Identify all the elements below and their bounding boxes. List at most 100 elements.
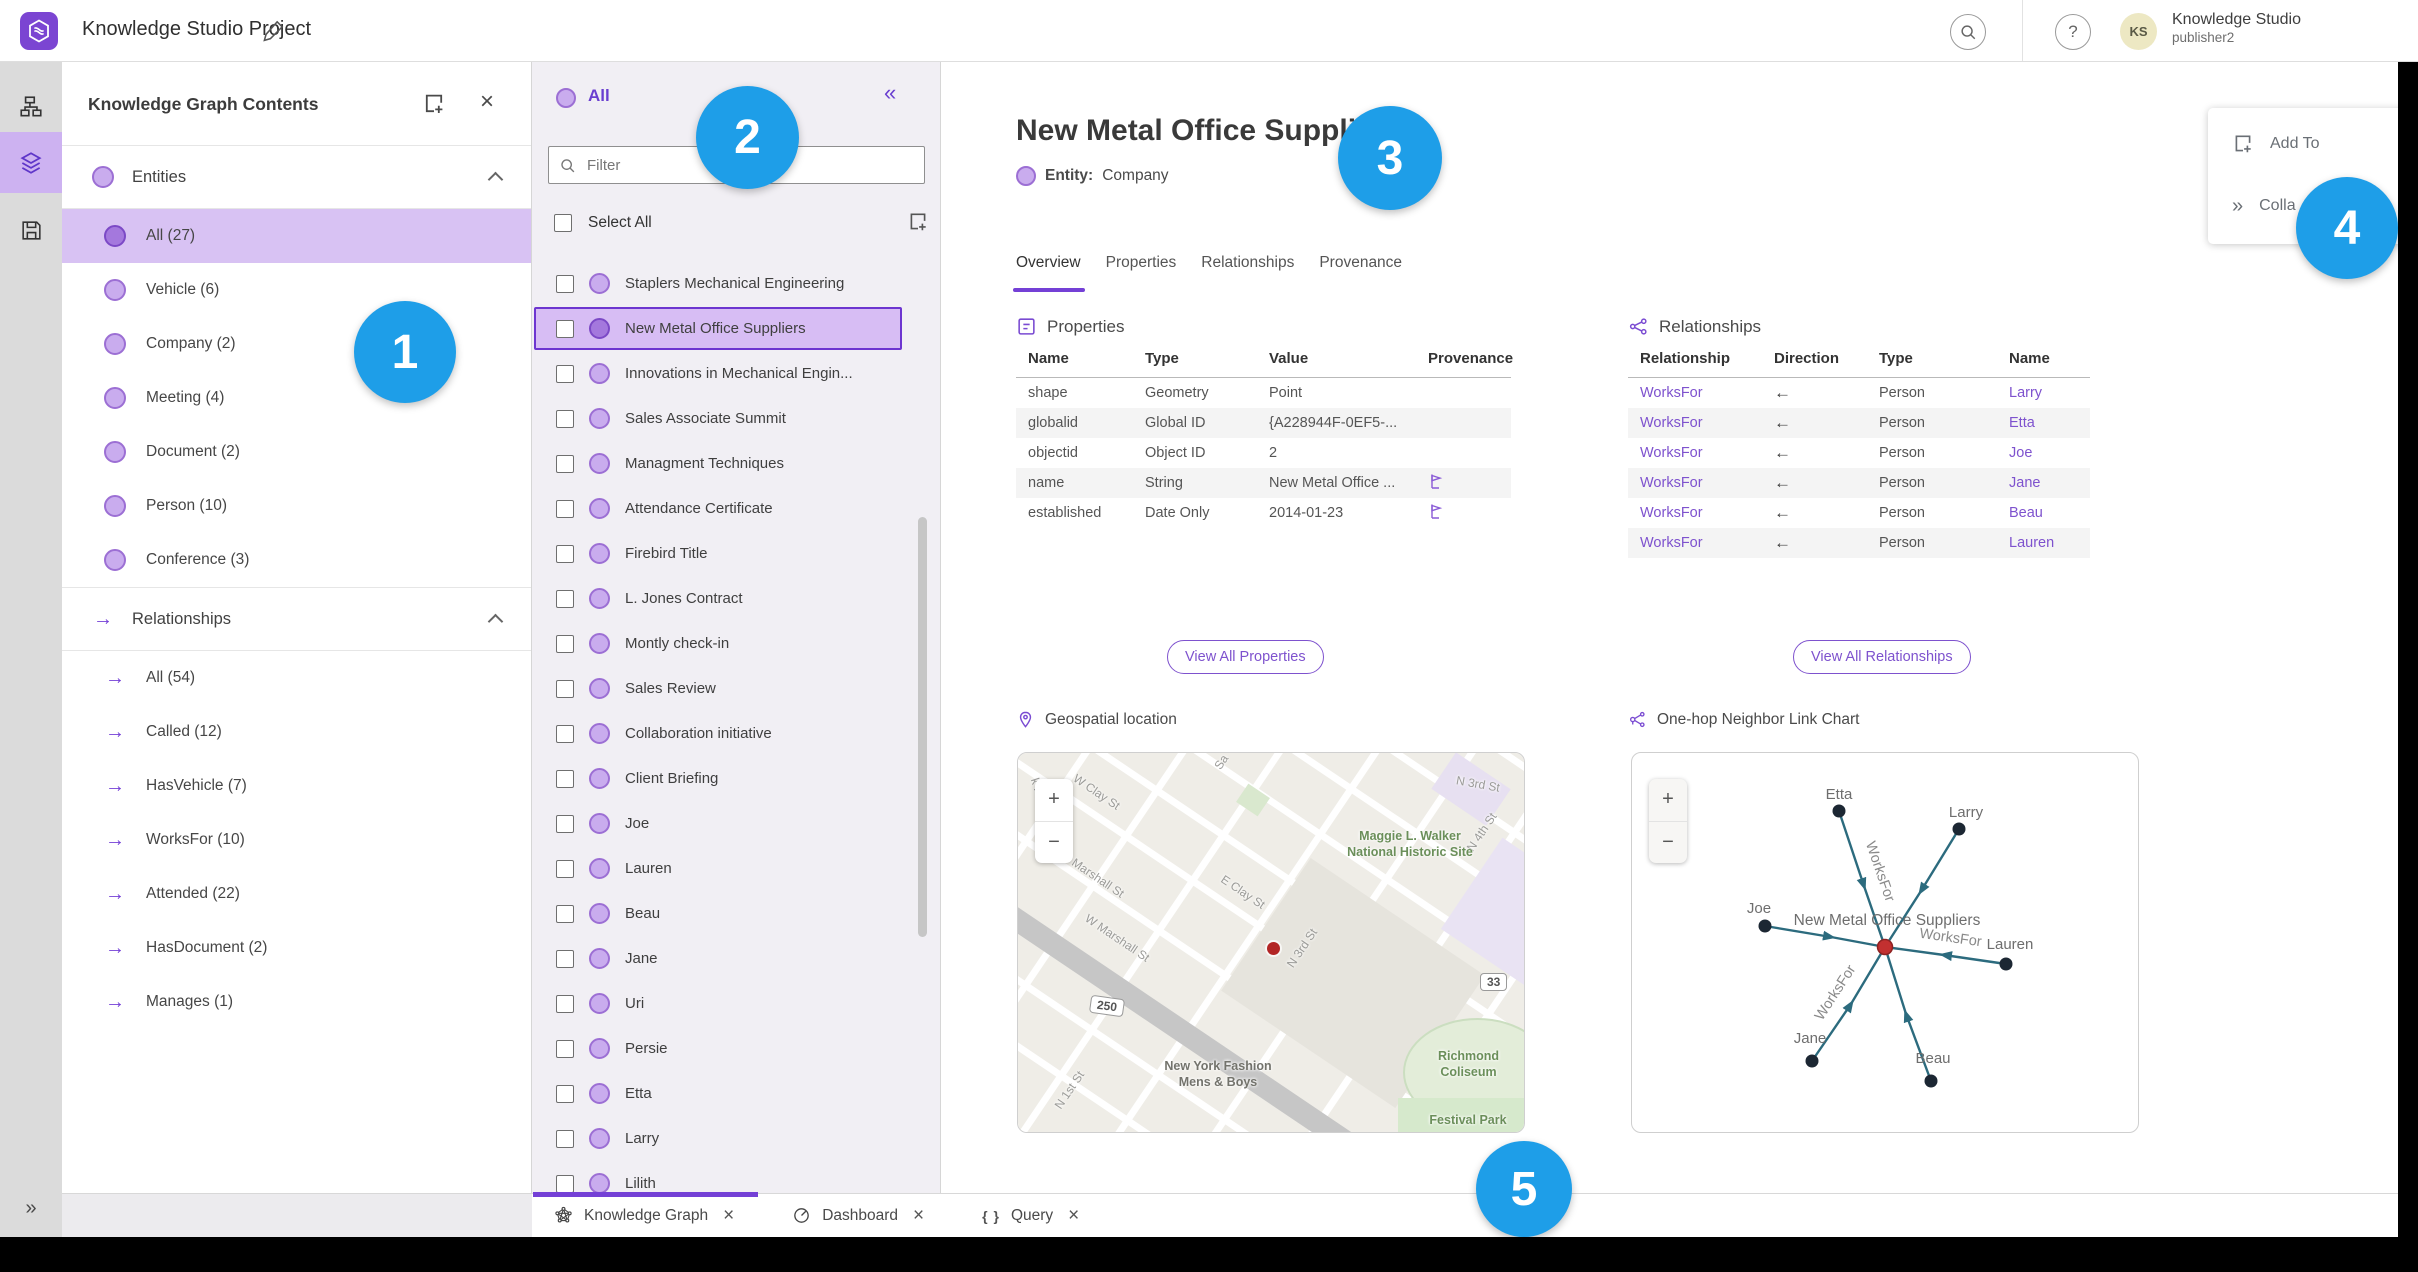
node-center[interactable] [1876, 938, 1894, 956]
item-checkbox[interactable] [556, 364, 574, 383]
tab-relationships[interactable]: Relationships [1201, 254, 1294, 272]
tab-properties[interactable]: Properties [1106, 254, 1177, 272]
relationship-link[interactable]: WorksFor [1628, 498, 1762, 528]
rail-schema-button[interactable] [0, 76, 62, 137]
item-checkbox[interactable] [556, 904, 574, 923]
rail-expand-button[interactable]: » [0, 1188, 62, 1228]
related-entity-link[interactable]: Lauren [1997, 528, 2090, 558]
node-beau[interactable] [1924, 1074, 1938, 1088]
entity-instance-item[interactable]: Staplers Mechanical Engineering [534, 262, 902, 305]
zoom-in-button[interactable]: + [1035, 779, 1073, 821]
avatar[interactable]: KS [2120, 13, 2157, 50]
help-button[interactable]: ? [2055, 14, 2091, 50]
item-checkbox[interactable] [556, 724, 574, 743]
related-entity-link[interactable]: Jane [1997, 468, 2090, 498]
item-checkbox[interactable] [556, 949, 574, 968]
item-checkbox[interactable] [556, 274, 574, 293]
close-tab-icon[interactable]: × [1068, 1205, 1079, 1227]
entity-type-item[interactable]: Conference (3) [62, 533, 531, 587]
entity-instance-item[interactable]: Etta [534, 1072, 902, 1115]
entity-instance-item[interactable]: L. Jones Contract [534, 577, 902, 620]
item-checkbox[interactable] [556, 589, 574, 608]
entity-instance-item[interactable]: Client Briefing [534, 757, 902, 800]
node-lauren[interactable] [1999, 957, 2013, 971]
entity-instance-item[interactable]: Montly check-in [534, 622, 902, 665]
zoom-out-button[interactable]: − [1035, 822, 1073, 864]
edit-title-icon[interactable] [262, 18, 286, 42]
select-all-row[interactable]: Select All [532, 202, 940, 244]
relationships-section-header[interactable]: → Relationships [62, 588, 531, 650]
tab-knowledge-graph[interactable]: Knowledge Graph × [554, 1205, 734, 1227]
related-entity-link[interactable]: Etta [1997, 408, 2090, 438]
entity-instance-item[interactable]: Innovations in Mechanical Engin... [534, 352, 902, 395]
entity-instance-item[interactable]: Attendance Certificate [534, 487, 902, 530]
zoom-in-button[interactable]: + [1649, 779, 1687, 821]
item-checkbox[interactable] [556, 409, 574, 428]
entity-type-item[interactable]: Company (2) [62, 317, 531, 371]
collapse-panel-icon[interactable]: « [884, 80, 896, 106]
item-checkbox[interactable] [556, 544, 574, 563]
select-all-checkbox[interactable] [554, 214, 572, 232]
related-entity-link[interactable]: Joe [1997, 438, 2090, 468]
list-scrollbar[interactable] [918, 517, 927, 937]
entity-type-item[interactable]: Document (2) [62, 425, 531, 479]
item-checkbox[interactable] [556, 994, 574, 1013]
entity-instance-item[interactable]: Uri [534, 982, 902, 1025]
relationship-link[interactable]: WorksFor [1628, 528, 1762, 558]
entity-type-item[interactable]: Person (10) [62, 479, 531, 533]
user-identity[interactable]: Knowledge Studio publisher2 [2172, 10, 2301, 47]
item-checkbox[interactable] [556, 634, 574, 653]
entity-instance-item[interactable]: Firebird Title [534, 532, 902, 575]
view-all-properties-button[interactable]: View All Properties [1167, 640, 1324, 674]
provenance-flag-icon[interactable] [1428, 502, 1444, 520]
relationship-link[interactable]: WorksFor [1628, 378, 1762, 409]
relationship-type-item[interactable]: → Attended (22) [62, 867, 531, 921]
item-checkbox[interactable] [556, 814, 574, 833]
entity-type-item[interactable]: Vehicle (6) [62, 263, 531, 317]
relationship-type-item[interactable]: → HasDocument (2) [62, 921, 531, 975]
tab-dashboard[interactable]: Dashboard × [792, 1205, 924, 1227]
entities-section-header[interactable]: Entities [62, 146, 531, 208]
entity-instance-item[interactable]: Lauren [534, 847, 902, 890]
entity-instance-item[interactable]: Sales Review [534, 667, 902, 710]
rail-contents-button[interactable] [0, 132, 62, 193]
entity-instance-item[interactable]: New Metal Office Suppliers [534, 307, 902, 350]
entity-type-item[interactable]: Meeting (4) [62, 371, 531, 425]
related-entity-link[interactable]: Beau [1997, 498, 2090, 528]
entity-instance-item[interactable]: Beau [534, 892, 902, 935]
item-checkbox[interactable] [556, 769, 574, 788]
relationship-link[interactable]: WorksFor [1628, 438, 1762, 468]
entity-instance-item[interactable]: Persie [534, 1027, 902, 1070]
relationship-type-item[interactable]: → All (54) [62, 651, 531, 705]
item-checkbox[interactable] [556, 679, 574, 698]
search-button[interactable] [1950, 14, 1986, 50]
item-checkbox[interactable] [556, 499, 574, 518]
relationship-type-item[interactable]: → Manages (1) [62, 975, 531, 1029]
entity-instance-item[interactable]: Lilith [534, 1162, 902, 1193]
entity-instance-item[interactable]: Sales Associate Summit [534, 397, 902, 440]
item-checkbox[interactable] [556, 1174, 574, 1193]
item-checkbox[interactable] [556, 319, 574, 338]
map-location-marker[interactable] [1267, 942, 1280, 955]
add-to-map-icon[interactable] [422, 92, 446, 116]
item-checkbox[interactable] [556, 859, 574, 878]
tab-provenance[interactable]: Provenance [1319, 254, 1402, 272]
item-checkbox[interactable] [556, 454, 574, 473]
zoom-out-button[interactable]: − [1649, 822, 1687, 864]
node-etta[interactable] [1832, 804, 1846, 818]
relationship-link[interactable]: WorksFor [1628, 468, 1762, 498]
map-canvas[interactable]: k Rd W Clay St Sa Marshall St W Marshall… [1018, 753, 1524, 1132]
item-checkbox[interactable] [556, 1084, 574, 1103]
item-checkbox[interactable] [556, 1039, 574, 1058]
entity-instance-item[interactable]: Jane [534, 937, 902, 980]
entity-instance-item[interactable]: Managment Techniques [534, 442, 902, 485]
add-to-button[interactable]: Add To [2208, 122, 2414, 166]
relationship-type-item[interactable]: → WorksFor (10) [62, 813, 531, 867]
view-all-relationships-button[interactable]: View All Relationships [1793, 640, 1971, 674]
close-tab-icon[interactable]: × [723, 1205, 734, 1227]
related-entity-link[interactable]: Larry [1997, 378, 2090, 409]
node-jane[interactable] [1805, 1054, 1819, 1068]
close-panel-icon[interactable]: × [480, 88, 494, 116]
relationship-type-item[interactable]: → Called (12) [62, 705, 531, 759]
provenance-flag-icon[interactable] [1428, 472, 1444, 490]
